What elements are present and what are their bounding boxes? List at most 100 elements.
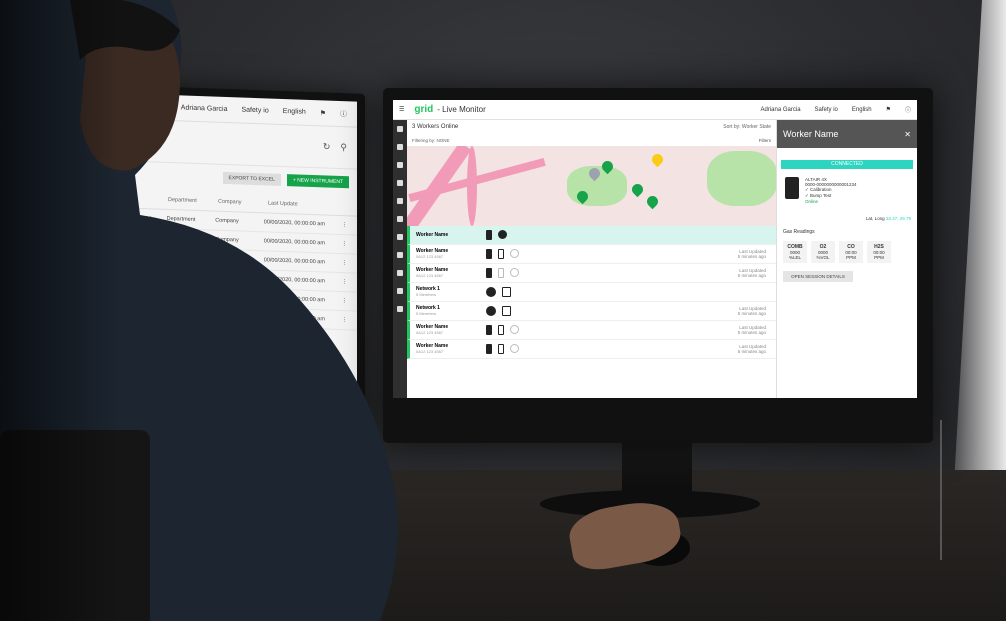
row-sub: 5 Members [416, 292, 437, 297]
language-selector[interactable]: English [852, 107, 872, 113]
gas-grid: COMB 0000 %LEL O2 0000 %VOL CO 00:00 PPM H2S 00… [777, 237, 917, 267]
close-icon[interactable]: ✕ [904, 130, 911, 139]
live-map[interactable] [407, 146, 776, 226]
gas-unit: %LEL [788, 255, 801, 260]
cell-department: Department [166, 310, 196, 318]
worker-list-panel: 3 Workers Online Sort by: Worker State F… [407, 120, 776, 398]
row-sub: 0A12 123 4567 [416, 273, 444, 278]
location-icon [510, 268, 519, 277]
gas-title: Gas Readings [783, 229, 815, 235]
map-road [408, 158, 546, 202]
flag-icon[interactable]: ⚑ [320, 109, 326, 117]
col-last-update[interactable]: Last Update [268, 200, 348, 209]
detector-icon [486, 249, 492, 259]
nav-settings-icon[interactable] [397, 198, 403, 204]
row-name: Worker Name [416, 232, 486, 238]
list-item[interactable]: Worker Name [407, 226, 776, 245]
cell-worker: Worker Name [118, 214, 152, 222]
app-title: - Live Monitor [437, 105, 486, 114]
col-company[interactable]: Company [218, 199, 268, 207]
device-icons [486, 268, 566, 278]
flag-icon[interactable]: ⚑ [886, 106, 891, 113]
nav-gear-icon[interactable] [397, 306, 403, 312]
map-road [467, 146, 477, 226]
detail-title: Worker Name [783, 129, 839, 139]
gas-unit: PPM [846, 255, 856, 260]
nav-live-icon[interactable] [397, 144, 403, 150]
row-menu-icon[interactable]: ⋮ [342, 260, 348, 266]
left-user: Adriana Garcia [180, 104, 228, 114]
nav-tag-icon[interactable] [397, 288, 403, 294]
updated-ago: 5 minutes ago [737, 349, 766, 354]
open-session-button[interactable]: OPEN SESSION DETAILS [783, 271, 853, 282]
export-excel-button[interactable]: EXPORT TO EXCEL [222, 171, 281, 186]
updated-ago: 5 minutes ago [737, 330, 766, 335]
row-menu-icon[interactable]: ⋮ [342, 298, 348, 304]
case-icon [502, 287, 511, 297]
cell-worker: Worker Name [118, 252, 152, 260]
nav-network-icon[interactable] [397, 234, 403, 240]
list-item[interactable]: Worker Name 0A12 123 4567 Last Updated 5 m… [407, 340, 776, 359]
cell-company: Company [215, 236, 239, 244]
cell-company: Company [215, 312, 239, 320]
cell-date: 00/00/2020, 00:00:00 am [263, 257, 325, 266]
device-icons [486, 344, 566, 354]
sidebar-nav [393, 120, 407, 398]
nav-reports-icon[interactable] [397, 162, 403, 168]
map-pin-warning[interactable] [649, 151, 666, 168]
nav-book-icon[interactable] [397, 252, 403, 258]
info-icon[interactable]: ⓘ [905, 105, 911, 114]
right-monitor: ☰ grid - Live Monitor Adriana Garcia Saf… [383, 88, 933, 443]
phone-icon [498, 268, 504, 278]
list-item[interactable]: Worker Name 0A12 123 4567 Last Updated 5 m… [407, 245, 776, 264]
lat-long: Lat, Long 32.47, 29.79 [777, 208, 917, 223]
list-item[interactable]: Network 15 Members Last Updated 5 minutes… [407, 302, 776, 321]
row-menu-icon[interactable]: ⋮ [342, 222, 348, 228]
col-department[interactable]: Department [168, 197, 218, 205]
nav-home-icon[interactable] [397, 126, 403, 132]
left-language[interactable]: English [283, 108, 306, 116]
nav-docs-icon[interactable] [397, 180, 403, 186]
row-menu-icon[interactable]: ⋮ [342, 317, 348, 323]
safety-label[interactable]: Safety io [815, 107, 838, 113]
left-safety: Safety io [241, 106, 269, 115]
row-menu-icon[interactable]: ⋮ [342, 279, 348, 285]
worker-detail-panel: Worker Name ✕ CONNECTED ALTAIR 4X 0000-0… [776, 120, 917, 398]
cell-date: 00/00/2020, 00:00:00 am [263, 219, 325, 228]
cell-department: Department [166, 272, 196, 280]
list-item[interactable]: Worker Name 0A12 123 4567 Last Updated 5 m… [407, 264, 776, 283]
list-item[interactable]: Network 15 Members [407, 283, 776, 302]
map-park [707, 151, 776, 206]
device-info: ALTAIR 4X 0000-0000000000001234 ✓ Calibr… [777, 173, 917, 208]
gas-unit: %VOL [816, 255, 830, 260]
info-icon[interactable]: ⓘ [340, 108, 347, 118]
refresh-icon[interactable]: ↻ [323, 141, 331, 152]
row-name: Network 15 Members [416, 286, 486, 298]
new-instrument-button[interactable]: + NEW INSTRUMENT [286, 174, 349, 189]
detail-header: Worker Name ✕ [777, 120, 917, 148]
detector-icon [486, 325, 492, 335]
row-menu-icon[interactable]: ⋮ [342, 241, 348, 247]
nav-devices-icon[interactable] [397, 216, 403, 222]
cell-department: Department [166, 234, 196, 242]
list-item[interactable]: Worker Name 0A12 123 4567 Last Updated 5 m… [407, 321, 776, 340]
search-icon[interactable]: ⚲ [340, 142, 347, 153]
row-updated: Last Updated 5 minutes ago [738, 344, 766, 354]
right-screen: ☰ grid - Live Monitor Adriana Garcia Saf… [393, 100, 917, 398]
filters-button[interactable]: Filters [759, 138, 771, 143]
user-name[interactable]: Adriana Garcia [761, 107, 801, 113]
sort-select[interactable]: Sort by: Worker State [723, 124, 771, 130]
col-worker[interactable]: ...orker [118, 195, 168, 203]
row-sub: 5 Members [416, 311, 437, 316]
cell-worker: Worker Name [118, 233, 152, 241]
cell-department: Department [166, 215, 196, 223]
map-pin[interactable] [629, 181, 646, 198]
row-sub: 0A12 123 4567 [416, 330, 444, 335]
device-icons [486, 249, 566, 259]
device-status: Online [805, 199, 819, 204]
check-calibration-label: Calibration [810, 187, 832, 192]
map-pin[interactable] [644, 193, 661, 210]
hamburger-icon[interactable]: ☰ [399, 106, 404, 113]
nav-mail-icon[interactable] [397, 270, 403, 276]
check-bump-label: Bump Test [810, 193, 832, 198]
